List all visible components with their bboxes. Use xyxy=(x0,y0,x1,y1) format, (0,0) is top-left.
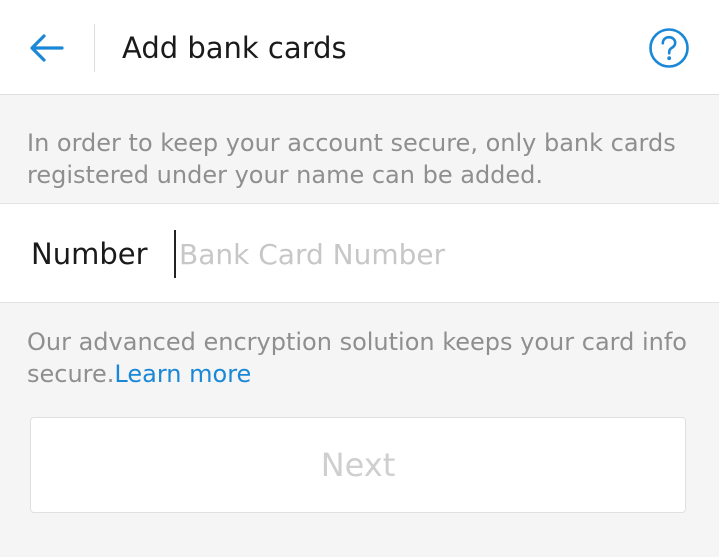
encryption-info: Our advanced encryption solution keeps y… xyxy=(27,326,702,390)
arrow-left-icon xyxy=(30,34,64,62)
next-button[interactable]: Next xyxy=(30,417,686,513)
question-circle-icon xyxy=(649,28,689,68)
help-button[interactable] xyxy=(648,27,690,69)
back-button[interactable] xyxy=(20,24,72,72)
page-title: Add bank cards xyxy=(122,31,347,65)
card-number-row: Number xyxy=(0,203,719,303)
add-bank-cards-screen: Add bank cards In order to keep your acc… xyxy=(0,0,719,557)
security-notice: In order to keep your account secure, on… xyxy=(27,129,676,189)
header-divider xyxy=(94,24,95,72)
learn-more-link[interactable]: Learn more xyxy=(114,360,251,388)
card-number-input[interactable] xyxy=(174,230,694,278)
top-bar: Add bank cards xyxy=(0,0,719,95)
number-label: Number xyxy=(31,237,148,271)
